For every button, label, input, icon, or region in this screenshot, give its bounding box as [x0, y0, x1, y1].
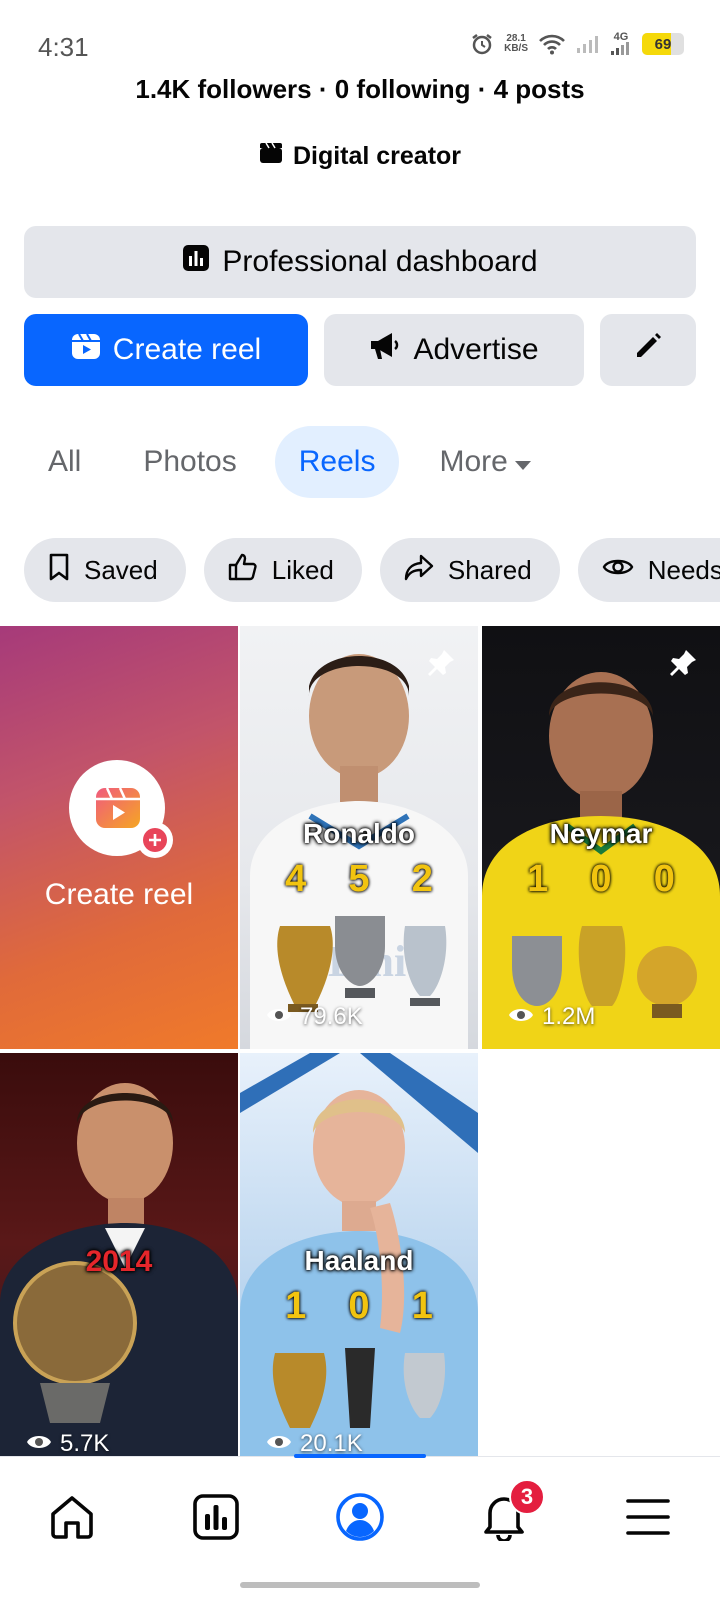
eye-icon [266, 1430, 292, 1458]
signal-4g-icon [611, 42, 629, 55]
signal-4g: 4G [610, 32, 632, 56]
menu-icon [626, 1497, 670, 1542]
reels-grid: Create reel Emi Ronaldo 4 5 2 [0, 626, 720, 1476]
reel-overlay-title: 2014 [85, 1245, 153, 1278]
eye-icon [508, 1003, 534, 1031]
create-reel-tile-icon-circle [69, 760, 173, 858]
reel-views: 5.7K [26, 1430, 109, 1458]
system-home-indicator[interactable] [240, 1582, 480, 1588]
network-type: 4G [613, 31, 629, 43]
reel-thumbnail[interactable]: Haaland 1 0 1 20.1K [240, 1053, 478, 1476]
nav-home[interactable] [40, 1487, 104, 1551]
edit-profile-button[interactable] [600, 314, 696, 386]
reel-overlay-numbers: 1 0 1 [240, 1285, 478, 1328]
reel-number: 4 [285, 858, 307, 900]
reel-number: 0 [590, 858, 612, 900]
nav-profile[interactable] [328, 1487, 392, 1551]
create-reel-button[interactable]: Create reel [24, 314, 308, 386]
chip-shared[interactable]: Shared [379, 538, 560, 602]
megaphone-icon [369, 331, 401, 369]
nav-menu[interactable] [616, 1487, 680, 1551]
reel-views-count: 1.2M [542, 1003, 596, 1030]
tab-photos[interactable]: Photos [119, 426, 260, 498]
bookmark-icon [48, 553, 70, 588]
create-reel-tile-label: Create reel [44, 878, 194, 911]
alarm-icon [470, 32, 494, 56]
network-speed-unit: KB/S [504, 43, 528, 54]
content-tabs: All Photos Reels More [24, 426, 556, 498]
reel-views: 1.2M [508, 1003, 595, 1031]
reel-views: 79.6K [266, 1003, 363, 1031]
active-tab-indicator [294, 1454, 426, 1458]
reels-app-icon [95, 786, 141, 835]
notification-badge: 3 [509, 1478, 545, 1515]
chip-liked[interactable]: Liked [203, 538, 362, 602]
share-icon [404, 553, 434, 588]
advertise-button[interactable]: Advertise [324, 314, 584, 386]
reel-number: 1 [527, 858, 549, 900]
caret-down-icon [514, 426, 532, 498]
clapperboard-icon [259, 142, 283, 171]
reel-overlay-title: Neymar [549, 818, 653, 849]
chip-shared-label: Shared [447, 554, 532, 585]
profile-category: Digital creator [0, 142, 720, 171]
bottom-navigation: 3 [0, 1454, 720, 1600]
network-speed: 28.1 KB/S [504, 34, 528, 54]
thumbs-up-icon [228, 553, 258, 588]
reel-overlay-title: Haaland [304, 1245, 414, 1276]
reel-number: 0 [653, 858, 675, 900]
status-icons: 28.1 KB/S 4G 69 [470, 32, 684, 56]
battery-level: 69 [654, 35, 672, 53]
reel-number: 1 [285, 1285, 307, 1327]
reel-overlay-numbers: 4 5 2 [240, 858, 478, 901]
reel-overlay-numbers: 1 0 0 [482, 858, 720, 901]
reel-thumbnail[interactable]: Neymar 1 0 0 1.2M [482, 626, 720, 1049]
home-icon [48, 1494, 96, 1545]
create-reel-tile[interactable]: Create reel [0, 626, 238, 1049]
dashboard-icon [182, 244, 210, 280]
advertise-label: Advertise [413, 333, 539, 366]
nav-dashboard[interactable] [184, 1487, 248, 1551]
chip-needs[interactable]: Needs [577, 538, 720, 602]
dashboard-label: Professional dashboard [222, 245, 538, 278]
professional-dashboard-button[interactable]: Professional dashboard [24, 226, 696, 298]
profile-icon [335, 1492, 385, 1547]
tab-more[interactable]: More [415, 426, 555, 498]
add-badge-icon [137, 822, 173, 858]
status-time: 4:31 [38, 32, 89, 62]
pin-icon [426, 648, 456, 683]
pencil-icon [633, 331, 663, 369]
nav-notifications[interactable]: 3 [472, 1478, 545, 1551]
reel-icon [71, 331, 101, 369]
category-label: Digital creator [292, 142, 462, 170]
reel-thumbnail[interactable]: 2014 5.7K [0, 1053, 238, 1476]
reel-number: 1 [411, 1285, 433, 1327]
reel-views-count: 79.6K [300, 1003, 363, 1030]
tab-all[interactable]: All [24, 426, 105, 498]
pin-icon [668, 648, 698, 683]
eye-icon [602, 555, 634, 586]
wifi-icon [538, 33, 566, 55]
signal-weak-icon [576, 34, 600, 54]
reel-number: 5 [348, 858, 370, 900]
reel-overlay-title: Ronaldo [303, 818, 415, 849]
bell-icon: 3 [481, 1478, 545, 1546]
chip-saved-label: Saved [84, 554, 158, 585]
tab-more-label: More [439, 445, 508, 478]
chip-liked-label: Liked [271, 554, 334, 585]
eye-icon [266, 1003, 292, 1031]
eye-icon [26, 1430, 52, 1458]
create-reel-label: Create reel [112, 333, 262, 366]
filter-chips: Saved Liked Shared Needs [24, 538, 720, 602]
chip-needs-label: Needs [647, 554, 720, 585]
profile-stats[interactable]: 1.4K followers · 0 following · 4 posts [0, 74, 720, 105]
reel-number: 2 [411, 858, 433, 900]
reel-thumbnail[interactable]: Emi Ronaldo 4 5 2 79.6K [240, 626, 478, 1049]
tab-reels[interactable]: Reels [274, 426, 400, 498]
reel-views-count: 5.7K [60, 1430, 110, 1457]
battery-indicator: 69 [642, 33, 684, 55]
chart-icon [193, 1493, 239, 1545]
chip-saved[interactable]: Saved [24, 538, 186, 602]
reel-number: 0 [348, 1285, 370, 1327]
